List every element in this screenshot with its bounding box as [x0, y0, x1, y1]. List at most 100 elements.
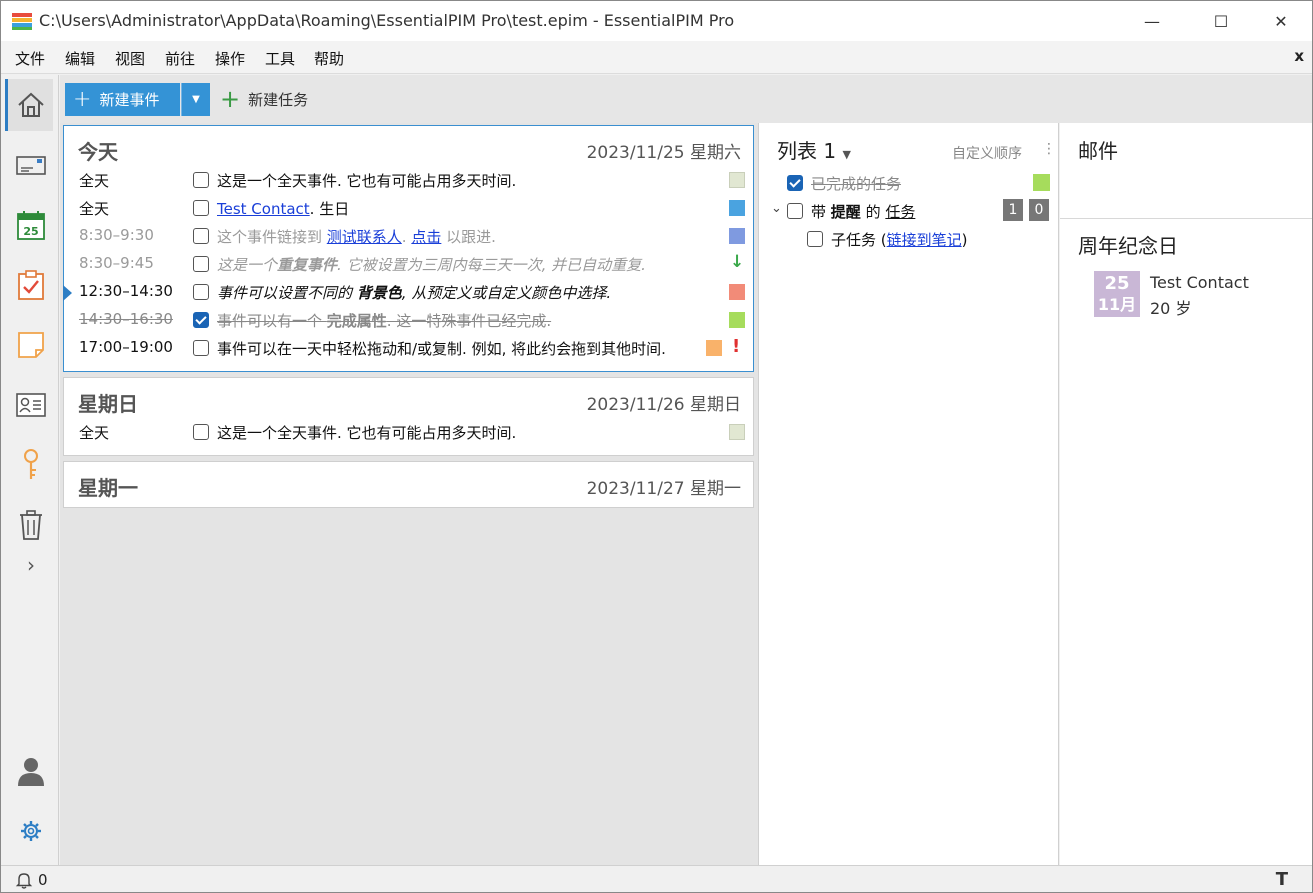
- event-checkbox[interactable]: [193, 424, 209, 440]
- nav-notes[interactable]: [7, 319, 55, 371]
- calendar-day-number: 25: [23, 225, 38, 238]
- event-text: 这是一个全天事件. 它也有可能占用多天时间.: [217, 172, 517, 190]
- user-icon: [18, 758, 44, 786]
- nav-contacts[interactable]: [7, 379, 55, 431]
- status-bar: 0 T: [1, 865, 1312, 892]
- event-row[interactable]: 12:30–14:30 事件可以设置不同的 背景色, 从预定义或自定义颜色中选择…: [63, 278, 753, 306]
- settings-button[interactable]: [7, 805, 55, 857]
- task-label-underlined: 任务: [885, 203, 916, 221]
- new-task-label: 新建任务: [248, 90, 309, 109]
- event-text: 事件可以有一个 完成属性. 这一特殊事件已经完成.: [217, 310, 551, 331]
- event-checkbox[interactable]: [193, 284, 209, 300]
- plus-icon: +: [220, 85, 241, 113]
- chevron-right-icon: ›: [27, 553, 35, 577]
- task-badge: 0: [1029, 199, 1049, 221]
- event-time: 12:30–14:30: [79, 282, 173, 300]
- nav-calendar[interactable]: 25: [7, 199, 55, 251]
- more-options-icon[interactable]: ⋮: [1042, 141, 1056, 157]
- event-text-bold: 重复事件: [277, 256, 338, 274]
- nav-tasks[interactable]: [7, 259, 55, 311]
- text-size-icon[interactable]: T: [1276, 869, 1288, 890]
- day-card-monday[interactable]: 星期一 2023/11/27 星期一: [63, 461, 754, 508]
- task-label: 子任务 (链接到笔记): [831, 229, 968, 250]
- note-link[interactable]: 链接到笔记: [887, 231, 962, 249]
- menu-file[interactable]: 文件: [15, 48, 45, 69]
- close-document-button[interactable]: x: [1294, 47, 1304, 65]
- new-event-dropdown[interactable]: ▼: [181, 83, 210, 116]
- task-checkbox[interactable]: [787, 203, 803, 219]
- event-color-swatch: [729, 228, 745, 244]
- event-row[interactable]: 8:30–9:30 这个事件链接到 测试联系人. 点击 以跟进.: [64, 222, 753, 250]
- menu-tools[interactable]: 工具: [265, 48, 295, 69]
- bell-icon[interactable]: [15, 871, 33, 889]
- menu-bar: 文件 编辑 视图 前往 操作 工具 帮助 x: [1, 41, 1312, 74]
- toolbar: + 新建事件 ▼ + 新建任务: [60, 75, 1312, 123]
- menu-help[interactable]: 帮助: [314, 48, 344, 69]
- event-row[interactable]: 全天 这是一个全天事件. 它也有可能占用多天时间.: [64, 418, 753, 446]
- event-time: 8:30–9:30: [79, 226, 154, 244]
- collapse-chevron-icon[interactable]: ⌄: [771, 201, 782, 216]
- close-button[interactable]: ✕: [1258, 1, 1304, 41]
- task-label: 已完成的任务: [811, 175, 902, 193]
- nav-passwords[interactable]: [7, 439, 55, 491]
- event-row[interactable]: 8:30–9:45 这是一个重复事件. 它被设置为三周内每三天一次, 并已自动重…: [64, 250, 753, 278]
- day-card-sunday[interactable]: 星期日 2023/11/26 星期日 全天 这是一个全天事件. 它也有可能占用多…: [63, 377, 754, 456]
- new-task-button[interactable]: + 新建任务: [220, 87, 308, 111]
- nav-home[interactable]: [5, 79, 53, 131]
- event-row[interactable]: 17:00–19:00 事件可以在一天中轻松拖动和/或复制. 例如, 将此约会拖…: [64, 334, 753, 362]
- task-list-selector[interactable]: 列表 1 ▼: [777, 135, 851, 164]
- priority-icon: !: [732, 336, 741, 357]
- key-icon: [24, 449, 38, 479]
- event-checkbox[interactable]: [193, 200, 209, 216]
- event-text-suffix: 以跟进.: [441, 228, 496, 246]
- event-text-bold: 完成属性: [326, 312, 387, 330]
- event-row[interactable]: 全天 这是一个全天事件. 它也有可能占用多天时间.: [64, 166, 753, 194]
- day-card-today[interactable]: 今天 2023/11/25 星期六 全天 这是一个全天事件. 它也有可能占用多天…: [63, 125, 754, 372]
- day-title: 今天: [78, 140, 118, 164]
- mail-icon: [16, 156, 46, 175]
- event-checkbox[interactable]: [193, 172, 209, 188]
- account-button[interactable]: [7, 745, 55, 797]
- task-label-bold: 提醒: [830, 203, 861, 221]
- menu-go[interactable]: 前往: [165, 48, 195, 69]
- event-text-suffix: . 生日: [309, 200, 350, 218]
- maximize-button[interactable]: ☐: [1198, 1, 1244, 41]
- click-link[interactable]: 点击: [411, 228, 441, 246]
- nav-mail[interactable]: [7, 139, 55, 191]
- event-text-suffix: . 这一特殊事件已经完成.: [386, 312, 552, 330]
- minimize-button[interactable]: —: [1129, 1, 1175, 41]
- task-item[interactable]: ⌄ 带 提醒 的 任务 1 0: [759, 199, 1058, 225]
- task-checkbox[interactable]: [787, 175, 803, 191]
- event-text-prefix: 事件可以有一个: [217, 312, 327, 330]
- expand-sidebar-button[interactable]: ›: [7, 545, 55, 585]
- nav-trash[interactable]: [7, 499, 55, 551]
- event-checkbox[interactable]: [193, 312, 209, 328]
- menu-view[interactable]: 视图: [115, 48, 145, 69]
- anniversary-contact-name[interactable]: Test Contact: [1150, 273, 1249, 292]
- task-sort-order[interactable]: 自定义顺序: [952, 143, 1022, 163]
- task-label-suffix: ): [961, 231, 968, 249]
- task-item[interactable]: 已完成的任务: [759, 171, 1058, 197]
- new-event-button[interactable]: + 新建事件: [65, 83, 180, 116]
- task-item[interactable]: 子任务 (链接到笔记): [759, 227, 1058, 253]
- task-checkbox[interactable]: [807, 231, 823, 247]
- event-checkbox[interactable]: [193, 256, 209, 272]
- event-color-swatch: [729, 200, 745, 216]
- event-checkbox[interactable]: [193, 340, 209, 356]
- event-row[interactable]: 全天 Test Contact. 生日: [64, 194, 753, 222]
- event-color-swatch: [729, 312, 745, 328]
- event-row[interactable]: 14:30–16:30 事件可以有一个 完成属性. 这一特殊事件已经完成.: [64, 306, 753, 334]
- anniversary-age: 20 岁: [1150, 299, 1192, 318]
- task-label-prefix: 带: [811, 203, 831, 221]
- app-window: C:\Users\Administrator\AppData\Roaming\E…: [0, 0, 1313, 893]
- event-text: Test Contact. 生日: [217, 198, 349, 219]
- menu-actions[interactable]: 操作: [215, 48, 245, 69]
- contact-link[interactable]: Test Contact: [217, 200, 310, 218]
- event-time: 17:00–19:00: [79, 338, 173, 356]
- essentialpim-logo-icon: [12, 13, 32, 30]
- menu-edit[interactable]: 编辑: [65, 48, 95, 69]
- anniversary-month: 11月: [1097, 295, 1137, 314]
- linked-contact-link[interactable]: 测试联系人: [327, 228, 402, 246]
- event-checkbox[interactable]: [193, 228, 209, 244]
- module-sidebar: 25 ›: [1, 75, 59, 865]
